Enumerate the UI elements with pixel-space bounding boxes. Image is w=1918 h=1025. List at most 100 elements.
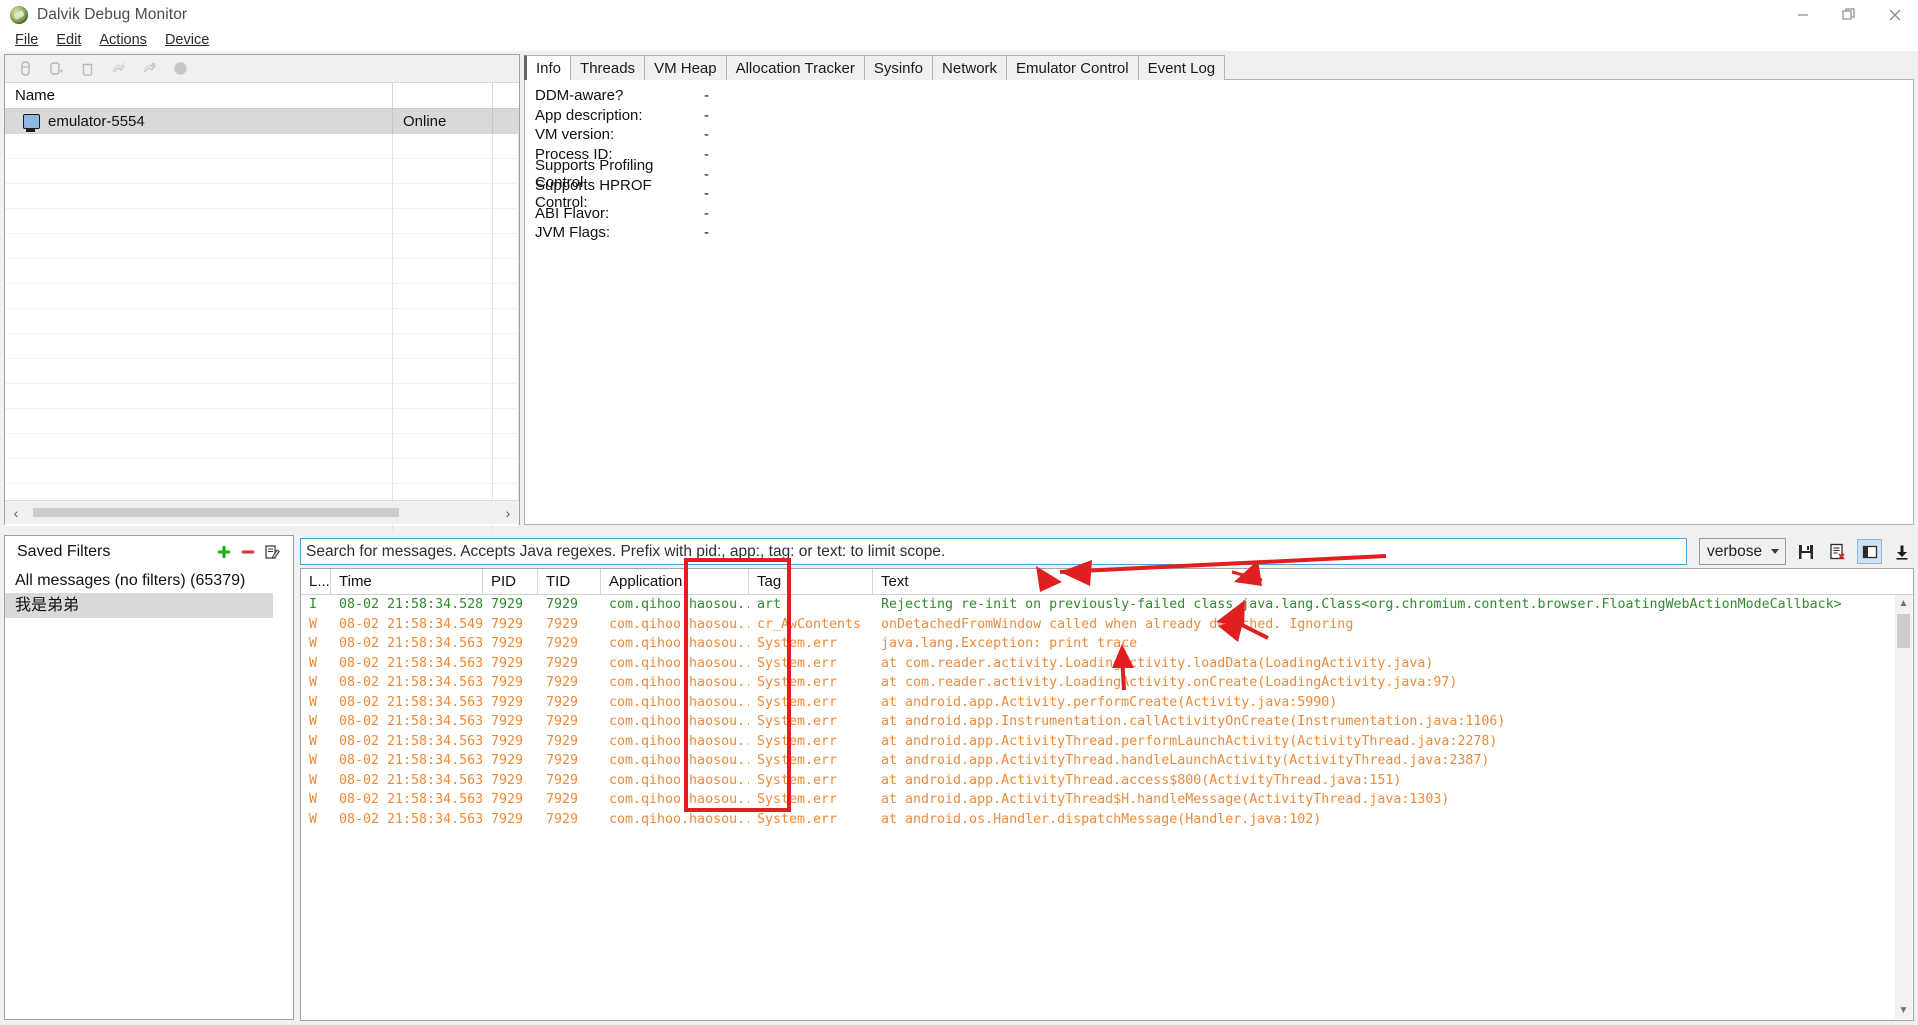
tab-sysinfo[interactable]: Sysinfo bbox=[864, 55, 933, 80]
add-filter-button[interactable] bbox=[213, 541, 235, 563]
logcat-col-pid[interactable]: PID bbox=[483, 569, 538, 594]
scroll-up-icon[interactable]: ▲ bbox=[1895, 595, 1912, 612]
scroll-left-icon[interactable]: ‹ bbox=[5, 502, 27, 524]
table-row[interactable]: W08-02 21:58:34.56379297929com.qihoo.hao… bbox=[301, 673, 1913, 693]
emulator-icon bbox=[23, 114, 40, 129]
tab-info[interactable]: Info bbox=[524, 55, 571, 80]
scroll-down-icon[interactable]: ▼ bbox=[1895, 1002, 1912, 1019]
menu-actions-label: Actions bbox=[99, 32, 147, 48]
logcat-col-time[interactable]: Time bbox=[331, 569, 483, 594]
maximize-icon[interactable] bbox=[1826, 0, 1872, 29]
logcat-col-text[interactable]: Text bbox=[873, 569, 1913, 594]
logcat-col-application[interactable]: Application bbox=[601, 569, 749, 594]
saved-filters-panel: Saved Filters All messages (no filters) … bbox=[4, 535, 294, 1020]
table-row[interactable]: W08-02 21:58:34.56379297929com.qihoo.hao… bbox=[301, 693, 1913, 713]
table-row[interactable]: W08-02 21:58:34.56379297929com.qihoo.hao… bbox=[301, 790, 1913, 810]
menu-edit[interactable]: Edit bbox=[47, 31, 90, 49]
empty-cell bbox=[493, 459, 519, 484]
logcat-cell-text: at android.app.ActivityThread$H.handleMe… bbox=[873, 790, 1913, 810]
empty-cell bbox=[493, 284, 519, 309]
logcat-cell-text: at android.app.ActivityThread.performLau… bbox=[873, 732, 1913, 752]
tab-network[interactable]: Network bbox=[932, 55, 1007, 80]
scrollbar-thumb[interactable] bbox=[1897, 614, 1910, 648]
logcat-cell-tid: 7929 bbox=[538, 673, 601, 693]
logcat-cell-tid: 7929 bbox=[538, 790, 601, 810]
close-icon[interactable] bbox=[1872, 0, 1918, 29]
save-log-icon[interactable] bbox=[1793, 539, 1818, 564]
trash-icon[interactable] bbox=[79, 60, 96, 77]
empty-row bbox=[5, 134, 519, 159]
saved-filter-item[interactable]: All messages (no filters) (65379) bbox=[5, 568, 293, 593]
info-row: VM version:- bbox=[525, 125, 1913, 145]
empty-cell bbox=[5, 184, 393, 209]
info-value: - bbox=[700, 205, 709, 222]
table-row[interactable]: W08-02 21:58:34.54979297929com.qihoo.hao… bbox=[301, 615, 1913, 635]
dalvik-app-icon bbox=[10, 6, 28, 24]
search-input[interactable]: Search for messages. Accepts Java regexe… bbox=[300, 538, 1687, 565]
table-row[interactable]: W08-02 21:58:34.56379297929com.qihoo.hao… bbox=[301, 732, 1913, 752]
logcat-col-l[interactable]: L... bbox=[301, 569, 331, 594]
tab-event-log[interactable]: Event Log bbox=[1138, 55, 1226, 80]
empty-cell bbox=[493, 159, 519, 184]
logcat-cell-app: com.qihoo.haosou... bbox=[601, 615, 749, 635]
tab-strip: InfoThreadsVM HeapAllocation TrackerSysi… bbox=[524, 54, 1914, 80]
empty-cell bbox=[493, 334, 519, 359]
window-title: Dalvik Debug Monitor bbox=[37, 6, 187, 24]
menu-device[interactable]: Device bbox=[156, 31, 218, 49]
table-row[interactable]: emulator-5554 Online bbox=[5, 109, 519, 134]
logcat-col-tid[interactable]: TID bbox=[538, 569, 601, 594]
table-row[interactable]: W08-02 21:58:34.56379297929com.qihoo.hao… bbox=[301, 771, 1913, 791]
empty-cell bbox=[393, 334, 493, 359]
tab-emulator-control[interactable]: Emulator Control bbox=[1006, 55, 1139, 80]
scrollbar-track[interactable] bbox=[27, 505, 497, 520]
top-split-area: Name emulator-5554 Online ‹ bbox=[0, 51, 1918, 529]
table-row[interactable]: W08-02 21:58:34.56379297929com.qihoo.hao… bbox=[301, 634, 1913, 654]
logcat-cell-time: 08-02 21:58:34.549 bbox=[331, 615, 483, 635]
logcat-cell-pid: 7929 bbox=[483, 712, 538, 732]
info-row: DDM-aware?- bbox=[525, 86, 1913, 106]
device-col-name[interactable]: Name bbox=[5, 83, 393, 108]
title-bar: Dalvik Debug Monitor bbox=[0, 0, 1918, 29]
debug-attach-icon[interactable] bbox=[48, 60, 65, 77]
info-label: JVM Flags: bbox=[525, 224, 700, 241]
debug-process-icon[interactable] bbox=[17, 60, 34, 77]
device-col-extra[interactable] bbox=[493, 83, 519, 108]
logcat-cell-app: com.qihoo.haosou... bbox=[601, 595, 749, 615]
remove-filter-button[interactable] bbox=[237, 541, 259, 563]
table-row[interactable]: W08-02 21:58:34.56379297929com.qihoo.hao… bbox=[301, 712, 1913, 732]
log-level-select[interactable]: verbose bbox=[1699, 538, 1786, 565]
toggle-display-icon[interactable] bbox=[1857, 539, 1882, 564]
scroll-to-bottom-icon[interactable] bbox=[1889, 539, 1914, 564]
info-label: DDM-aware? bbox=[525, 87, 700, 104]
scroll-right-icon[interactable]: › bbox=[497, 502, 519, 524]
menu-file[interactable]: File bbox=[6, 31, 47, 49]
table-row[interactable]: W08-02 21:58:34.56379297929com.qihoo.hao… bbox=[301, 751, 1913, 771]
empty-cell bbox=[393, 259, 493, 284]
empty-cell bbox=[5, 209, 393, 234]
logcat-col-tag[interactable]: Tag bbox=[749, 569, 873, 594]
minimize-icon[interactable] bbox=[1780, 0, 1826, 29]
logcat-cell-text: at android.app.Instrumentation.callActiv… bbox=[873, 712, 1913, 732]
device-horizontal-scrollbar[interactable]: ‹ › bbox=[5, 500, 519, 524]
heap-updates-icon[interactable] bbox=[110, 60, 127, 77]
thread-updates-icon[interactable] bbox=[141, 60, 158, 77]
empty-cell bbox=[5, 309, 393, 334]
table-row[interactable]: W08-02 21:58:34.56379297929com.qihoo.hao… bbox=[301, 810, 1913, 830]
device-col-status[interactable] bbox=[393, 83, 493, 108]
saved-filter-item[interactable]: 我是弟弟 bbox=[5, 593, 273, 618]
tab-vm-heap[interactable]: VM Heap bbox=[644, 55, 727, 80]
clear-log-icon[interactable] bbox=[1825, 539, 1850, 564]
scrollbar-thumb[interactable] bbox=[33, 508, 399, 517]
menu-actions[interactable]: Actions bbox=[90, 31, 156, 49]
tab-allocation-tracker[interactable]: Allocation Tracker bbox=[726, 55, 865, 80]
table-row[interactable]: I08-02 21:58:34.52879297929com.qihoo.hao… bbox=[301, 595, 1913, 615]
logcat-cell-time: 08-02 21:58:34.563 bbox=[331, 810, 483, 830]
logcat-vertical-scrollbar[interactable]: ▲ ▼ bbox=[1895, 595, 1912, 1019]
table-row[interactable]: W08-02 21:58:34.56379297929com.qihoo.hao… bbox=[301, 654, 1913, 674]
logcat-cell-pid: 7929 bbox=[483, 634, 538, 654]
stop-icon[interactable] bbox=[172, 60, 189, 77]
logcat-cell-time: 08-02 21:58:34.563 bbox=[331, 790, 483, 810]
logcat-cell-level: W bbox=[301, 712, 331, 732]
edit-filter-icon[interactable] bbox=[261, 541, 283, 563]
tab-threads[interactable]: Threads bbox=[570, 55, 645, 80]
